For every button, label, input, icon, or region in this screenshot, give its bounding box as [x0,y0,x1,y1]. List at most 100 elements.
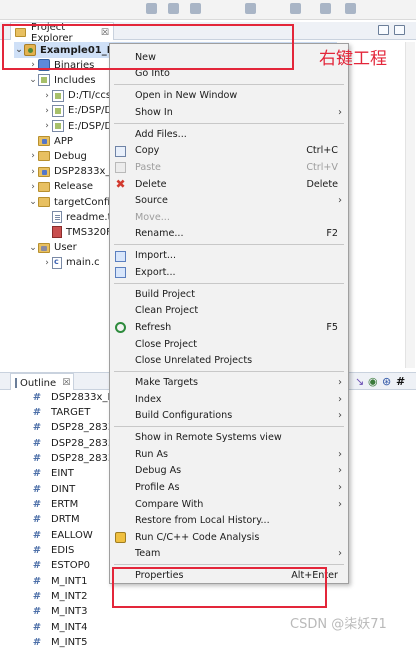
toolbar-icon[interactable] [168,3,179,14]
outline-item[interactable]: # EDIS [32,543,75,559]
menu-item-source[interactable]: Source › [110,192,348,209]
menu-item-shortcut: Ctrl+V [306,161,338,173]
tree-row[interactable]: ⌄ User [28,240,77,256]
outline-item[interactable]: # ERTM [32,496,78,512]
menu-item-run-as[interactable]: Run As › [110,446,348,463]
chevron-right-icon[interactable]: › [28,151,38,161]
tree-row[interactable]: readme.t [42,209,112,225]
menu-item-clean-project[interactable]: Clean Project [110,303,348,320]
menu-separator [114,371,344,372]
outline-item[interactable]: # M_INT1 [32,573,88,589]
chevron-down-icon[interactable]: ⌄ [28,75,38,85]
toolbar-icon[interactable] [245,3,256,14]
menu-item-make-targets[interactable]: Make Targets › [110,374,348,391]
menu-item-copy[interactable]: Copy Ctrl+C [110,143,348,160]
menu-item-rename[interactable]: Rename... F2 [110,226,348,243]
menu-item-refresh[interactable]: Refresh F5 [110,319,348,336]
menu-item-profile-as[interactable]: Profile As › [110,479,348,496]
hide-static-icon[interactable]: ⊛ [382,375,391,388]
menu-item-delete[interactable]: ✖ Delete Delete [110,176,348,193]
menu-item-label: Paste [135,161,161,173]
menu-item-run-c-c-code-analysis[interactable]: Run C/C++ Code Analysis [110,529,348,546]
outline-item[interactable]: # M_INT5 [32,635,88,651]
macro-icon: # [32,452,42,464]
tree-row[interactable]: APP [28,133,73,149]
menu-item-restore-from-local-history[interactable]: Restore from Local History... [110,512,348,529]
tree-row[interactable]: › main.c [42,255,100,271]
outline-item-label: DINT [51,483,76,495]
chevron-right-icon[interactable]: › [42,121,52,131]
menu-item-label: Team [135,548,161,560]
minimize-view-button[interactable] [378,25,389,35]
tree-row[interactable]: › E:/DSP/D [42,103,112,119]
outline-item-label: M_INT5 [51,637,88,649]
menu-item-label: Build Project [135,288,195,300]
chevron-right-icon[interactable]: › [42,258,52,268]
tree-row[interactable]: TMS320F [42,224,112,240]
outline-item[interactable]: # DSP28_28334 [32,435,121,451]
menu-item-label: Delete [135,178,167,190]
close-icon[interactable]: ☒ [62,378,70,388]
toolbar-icon[interactable] [290,3,301,14]
tree-row[interactable]: ⌄ Includes [28,72,96,88]
submenu-arrow-icon: › [338,465,342,477]
menu-item-show-in[interactable]: Show In › [110,104,348,121]
chevron-right-icon[interactable]: › [42,91,52,101]
menu-item-build-project[interactable]: Build Project [110,286,348,303]
outline-item[interactable]: # EALLOW [32,527,93,543]
outline-item-label: EINT [51,468,74,480]
outline-item[interactable]: # ESTOP0 [32,558,90,574]
toolbar-icon[interactable] [345,3,356,14]
menu-item-add-files[interactable]: Add Files... [110,126,348,143]
outline-item-label: M_INT1 [51,575,88,587]
menu-item-compare-with[interactable]: Compare With › [110,496,348,513]
outline-item[interactable]: # M_INT3 [32,604,88,620]
project-explorer-scrollbar[interactable] [405,42,415,368]
chevron-right-icon[interactable]: › [28,182,38,192]
menu-item-close-unrelated-projects[interactable]: Close Unrelated Projects [110,352,348,369]
menu-item-show-in-remote-systems-view[interactable]: Show in Remote Systems view [110,429,348,446]
outline-item[interactable]: # DRTM [32,512,80,528]
menu-item-export[interactable]: Export... [110,264,348,281]
outline-item[interactable]: # TARGET [32,404,91,420]
code-analysis-icon [115,532,126,543]
hide-fields-icon[interactable]: ◉ [368,375,378,388]
chevron-right-icon[interactable]: › [28,167,38,177]
tree-row[interactable]: › Release [28,179,93,195]
sort-icon[interactable]: ↘ [355,375,364,388]
tree-row[interactable]: › DSP2833x_L [28,164,116,180]
outline-item[interactable]: # DSP28_28332 [32,450,121,466]
outline-item-label: M_INT4 [51,621,88,633]
menu-item-index[interactable]: Index › [110,391,348,408]
outline-item[interactable]: # EINT [32,466,74,482]
menu-item-open-in-new-window[interactable]: Open in New Window [110,88,348,105]
tree-row[interactable]: ⌄ targetConfig [28,194,116,210]
menu-item-debug-as[interactable]: Debug As › [110,463,348,480]
toolbar-icon[interactable] [320,3,331,14]
paste-icon [115,162,126,174]
menu-item-build-configurations[interactable]: Build Configurations › [110,408,348,425]
menu-item-close-project[interactable]: Close Project [110,336,348,353]
macro-icon: # [32,483,42,495]
chevron-right-icon[interactable]: › [42,106,52,116]
main-toolbar [0,0,416,20]
menu-item-team[interactable]: Team › [110,546,348,563]
toolbar-icon[interactable] [190,3,201,14]
tree-row[interactable]: › E:/DSP/D [42,118,112,134]
tab-outline[interactable]: Outline ☒ [10,373,74,390]
outline-item[interactable]: # M_INT4 [32,619,88,635]
outline-item[interactable]: # DSP28_28335 [32,420,121,436]
macro-icon: # [32,545,42,556]
toolbar-icon[interactable] [146,3,157,14]
tree-row[interactable]: › D:/TI/ccs [42,88,111,104]
include-folder-icon [52,104,64,117]
maximize-view-button[interactable] [394,25,405,35]
hide-non-public-icon[interactable]: # [396,375,405,388]
outline-item[interactable]: # DINT [32,481,75,497]
tree-row[interactable]: › Debug [28,148,87,164]
menu-item-import[interactable]: Import... [110,248,348,265]
chevron-down-icon[interactable]: ⌄ [28,243,38,253]
menu-item-label: Open in New Window [135,90,238,102]
chevron-down-icon[interactable]: ⌄ [28,197,38,207]
outline-item[interactable]: # M_INT2 [32,589,88,605]
